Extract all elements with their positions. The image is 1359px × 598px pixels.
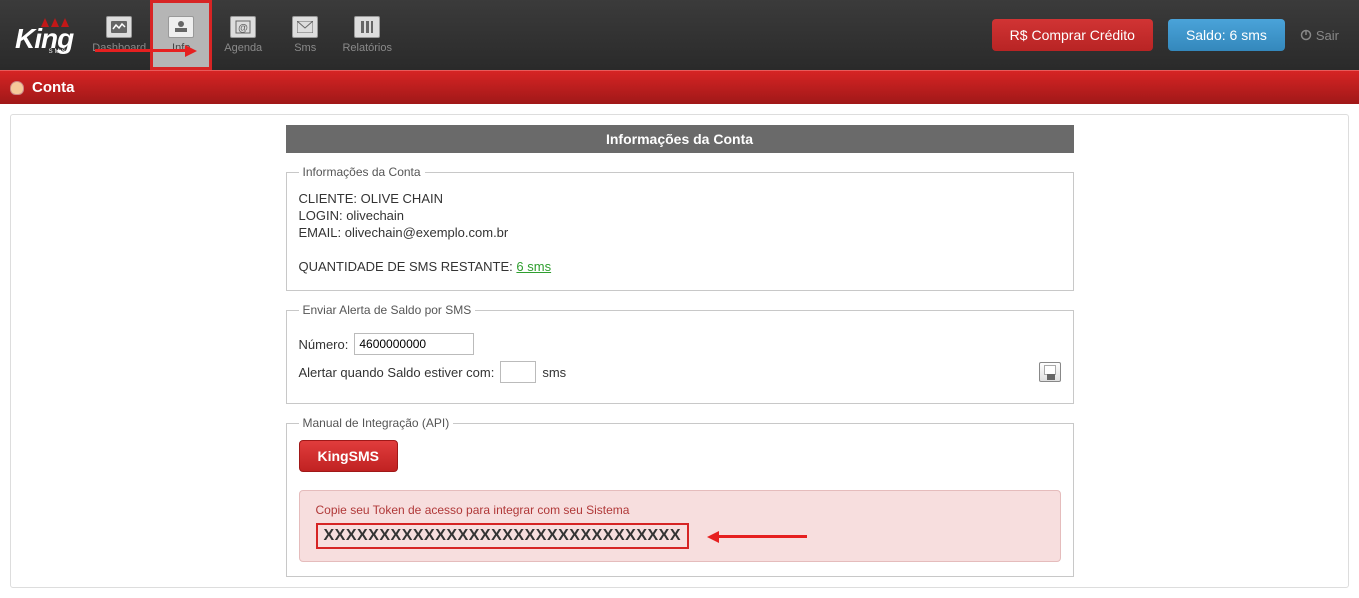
sms-line: QUANTIDADE DE SMS RESTANTE: 6 sms: [299, 259, 1061, 274]
nav-label: Info: [172, 42, 190, 54]
nav-label: Agenda: [224, 42, 262, 54]
api-legend: Manual de Integração (API): [299, 416, 454, 430]
threshold-unit: sms: [542, 365, 566, 380]
cliente-line: CLIENTE: OLIVE CHAIN: [299, 191, 1061, 206]
sms-label: QUANTIDADE DE SMS RESTANTE:: [299, 259, 513, 274]
numero-row: Número:: [299, 333, 1061, 355]
nav-dashboard[interactable]: Dashboard: [88, 0, 150, 70]
logo-sub: SMS: [49, 49, 68, 55]
top-bar: King SMS Dashboard Info @ Agenda Sms Rel…: [0, 0, 1359, 70]
content: Informações da Conta Informações da Cont…: [286, 125, 1074, 577]
token-value[interactable]: XXXXXXXXXXXXXXXXXXXXXXXXXXXXXXXX: [316, 523, 690, 549]
numero-label: Número:: [299, 337, 349, 352]
email-label: EMAIL:: [299, 225, 342, 240]
buy-credit-button[interactable]: R$ Comprar Crédito: [992, 19, 1153, 51]
login-value: olivechain: [346, 208, 404, 223]
nav-label: Relatórios: [342, 42, 392, 54]
kingsms-button[interactable]: KingSMS: [299, 440, 398, 472]
exit-label: Sair: [1316, 28, 1339, 43]
api-fieldset: Manual de Integração (API) KingSMS Copie…: [286, 416, 1074, 577]
power-icon: [1300, 29, 1312, 41]
main-nav: Dashboard Info @ Agenda Sms Relatórios: [88, 0, 398, 70]
dashboard-icon: [106, 16, 132, 38]
nav-label: Sms: [294, 42, 316, 54]
email-value: olivechain@exemplo.com.br: [345, 225, 509, 240]
main: Informações da Conta Informações da Cont…: [0, 104, 1359, 598]
account-info-fieldset: Informações da Conta CLIENTE: OLIVE CHAI…: [286, 165, 1074, 291]
token-message: Copie seu Token de acesso para integrar …: [316, 503, 1044, 517]
svg-text:@: @: [238, 23, 248, 34]
balance-button[interactable]: Saldo: 6 sms: [1168, 19, 1285, 51]
user-icon: [10, 81, 24, 95]
numero-input[interactable]: [354, 333, 474, 355]
nav-sms[interactable]: Sms: [274, 0, 336, 70]
top-right: R$ Comprar Crédito Saldo: 6 sms Sair: [992, 19, 1349, 51]
page-title: Conta: [32, 79, 75, 96]
cliente-label: CLIENTE:: [299, 191, 358, 206]
account-legend: Informações da Conta: [299, 165, 425, 179]
sms-icon: [292, 16, 318, 38]
threshold-label: Alertar quando Saldo estiver com:: [299, 365, 495, 380]
save-icon[interactable]: [1039, 362, 1061, 382]
nav-label: Dashboard: [92, 42, 146, 54]
exit-link[interactable]: Sair: [1300, 28, 1339, 43]
annotation-arrow-2: [707, 531, 807, 543]
alert-legend: Enviar Alerta de Saldo por SMS: [299, 303, 476, 317]
cliente-value: OLIVE CHAIN: [361, 191, 443, 206]
alert-fieldset: Enviar Alerta de Saldo por SMS Número: A…: [286, 303, 1074, 404]
sms-value: 6 sms: [516, 259, 551, 274]
login-line: LOGIN: olivechain: [299, 208, 1061, 223]
reports-icon: [354, 16, 380, 38]
threshold-row: Alertar quando Saldo estiver com: sms: [299, 361, 1061, 383]
section-title: Informações da Conta: [286, 125, 1074, 153]
info-icon: [168, 16, 194, 38]
card: Informações da Conta Informações da Cont…: [10, 114, 1349, 588]
threshold-input[interactable]: [500, 361, 536, 383]
agenda-icon: @: [230, 16, 256, 38]
nav-relatorios[interactable]: Relatórios: [336, 0, 398, 70]
nav-agenda[interactable]: @ Agenda: [212, 0, 274, 70]
page-header: Conta: [0, 70, 1359, 104]
logo: King SMS: [15, 15, 73, 55]
token-box: Copie seu Token de acesso para integrar …: [299, 490, 1061, 562]
login-label: LOGIN:: [299, 208, 343, 223]
nav-info[interactable]: Info: [150, 0, 212, 70]
email-line: EMAIL: olivechain@exemplo.com.br: [299, 225, 1061, 240]
